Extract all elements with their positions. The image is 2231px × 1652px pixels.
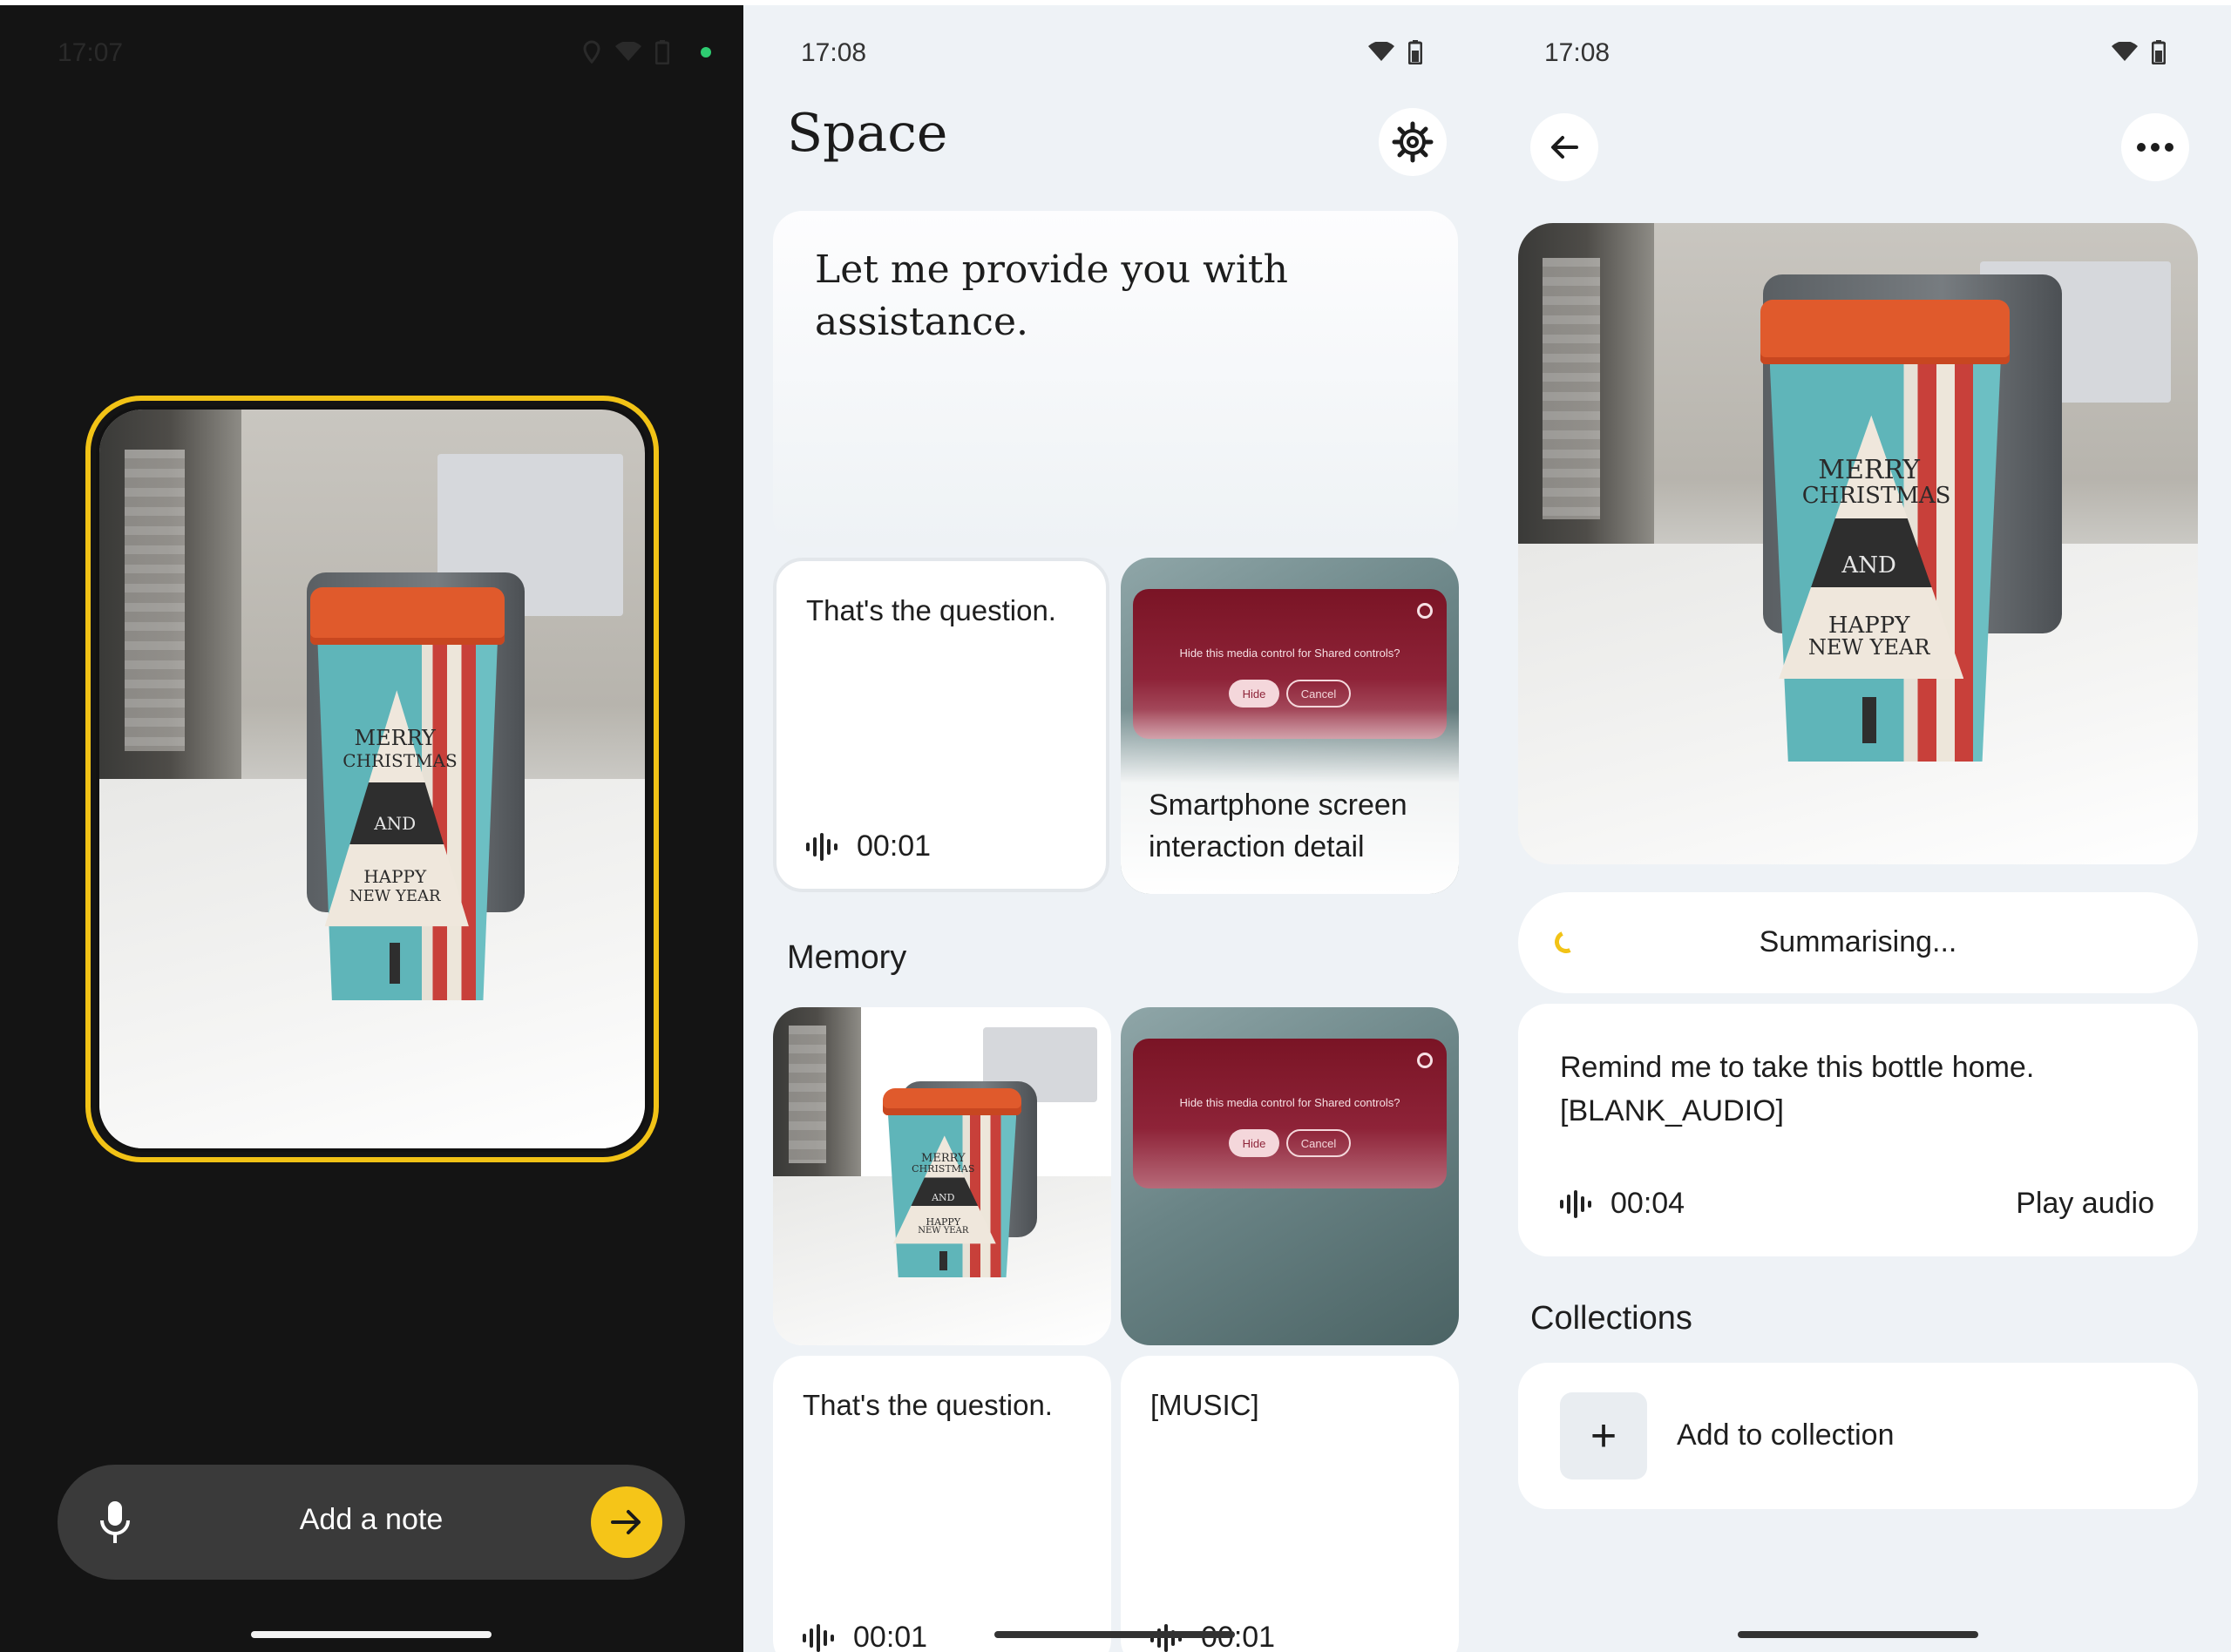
gear-icon — [1392, 121, 1434, 163]
memory-screenshot-card[interactable]: Hide this media control for Shared contr… — [1121, 1007, 1459, 1345]
cup-text: MERRY — [354, 725, 436, 750]
cup-text: AND — [374, 812, 417, 834]
summarising-status: Summarising... — [1518, 892, 2198, 993]
more-options-button[interactable] — [2121, 113, 2189, 181]
voice-note-card[interactable]: That's the question. 00:01 — [773, 558, 1109, 892]
wifi-icon — [2112, 42, 2138, 61]
audio-duration: 00:04 — [1560, 1187, 1685, 1221]
status-time: 17:07 — [58, 38, 124, 67]
home-indicator[interactable] — [1738, 1631, 1978, 1638]
more-horizontal-icon — [2137, 143, 2173, 152]
memory-heading: Memory — [787, 939, 907, 976]
status-icons — [1368, 40, 1422, 64]
cup-text: AND — [1841, 552, 1896, 579]
dialog-question: Hide this media control for Shared contr… — [1179, 1096, 1400, 1109]
home-indicator[interactable] — [251, 1631, 492, 1638]
assistant-message-card[interactable]: Let me provide you with assistance. — [773, 211, 1458, 547]
add-to-collection-button[interactable]: + Add to collection — [1518, 1363, 2198, 1509]
play-audio-button[interactable]: Play audio — [2016, 1187, 2154, 1221]
cup-text: NEW YEAR — [349, 887, 441, 906]
status-icons — [2112, 40, 2166, 64]
memory-music-card[interactable]: [MUSIC] 00:01 — [1121, 1356, 1459, 1652]
duration-text: 00:04 — [1611, 1187, 1685, 1220]
settings-button[interactable] — [1379, 108, 1447, 176]
cup-illustration: MERRY CHRISTMAS AND HAPPY NEW YEAR — [1760, 300, 2011, 762]
cup-text: CHRISTMAS — [342, 750, 458, 772]
cup-text: AND — [932, 1191, 955, 1203]
audio-wave-icon — [806, 832, 837, 861]
cup-text: MERRY — [1818, 455, 1920, 486]
screenshot-card[interactable]: Hide this media control for Shared contr… — [1121, 558, 1459, 894]
location-icon — [583, 40, 600, 64]
note-text: That's the question. — [806, 594, 1056, 626]
cup-text: NEW YEAR — [918, 1225, 969, 1236]
detail-screen: 17:08 MERRY CHRISTMAS AND HAPPY NEW YEAR… — [1487, 5, 2231, 1652]
arrow-right-icon — [611, 1510, 641, 1534]
space-screen: 17:08 Space Let me provide you with assi… — [743, 5, 1487, 1652]
assistant-message: Let me provide you with assistance. — [815, 247, 1288, 344]
cup-illustration: MERRY CHRISTMAS AND HAPPY NEW YEAR — [310, 586, 505, 1001]
camera-active-dot — [701, 47, 711, 58]
collections-heading: Collections — [1530, 1300, 1692, 1337]
cup-text: CHRISTMAS — [912, 1163, 975, 1175]
cup-illustration: MERRY CHRISTMAS AND HAPPY NEW YEAR — [883, 1088, 1022, 1278]
transcript-card: Remind me to take this bottle home. [BLA… — [1518, 1004, 2198, 1256]
arrow-left-icon — [1551, 136, 1578, 159]
back-button[interactable] — [1530, 113, 1598, 181]
gear-icon — [1417, 1053, 1433, 1068]
memory-voice-note-card[interactable]: That's the question. 00:01 — [773, 1356, 1111, 1652]
plus-icon: + — [1560, 1392, 1647, 1479]
battery-icon — [1408, 40, 1422, 64]
dialog-question: Hide this media control for Shared contr… — [1179, 647, 1400, 660]
note-duration: 00:01 — [803, 1621, 927, 1652]
audio-wave-icon — [803, 1623, 834, 1652]
duration-text: 00:01 — [857, 829, 932, 863]
note-duration: 00:01 — [806, 829, 931, 863]
send-button[interactable] — [591, 1486, 662, 1558]
captured-photo-frame[interactable]: MERRY CHRISTMAS AND HAPPY NEW YEAR — [85, 396, 659, 1162]
dialog-hide-button: Hide — [1229, 680, 1279, 708]
note-text: [MUSIC] — [1150, 1389, 1259, 1421]
transcript-text: Remind me to take this bottle home. [BLA… — [1560, 1051, 2035, 1127]
cup-text: NEW YEAR — [1807, 635, 1930, 660]
cup-text: HAPPY — [1828, 612, 1910, 639]
battery-icon — [2152, 40, 2166, 64]
duration-text: 00:01 — [853, 1621, 928, 1652]
status-icons — [582, 40, 711, 64]
screenshot-thumbnail: Hide this media control for Shared contr… — [1121, 1007, 1459, 1345]
note-bar: Add a note — [58, 1465, 685, 1580]
captured-photo: MERRY CHRISTMAS AND HAPPY NEW YEAR — [96, 406, 648, 1152]
summarising-text: Summarising... — [1759, 925, 1957, 958]
add-to-collection-label: Add to collection — [1677, 1418, 1895, 1452]
screenshot-caption: Smartphone screen interaction detail — [1149, 789, 1407, 863]
detail-photo[interactable]: MERRY CHRISTMAS AND HAPPY NEW YEAR — [1518, 223, 2198, 864]
cup-text: HAPPY — [363, 866, 427, 888]
cup-text: CHRISTMAS — [1801, 483, 1951, 510]
status-time: 17:08 — [801, 38, 867, 67]
capture-screen: 17:07 MERRY CHRISTMAS AND HAPPY NEW YEAR… — [0, 5, 743, 1652]
gear-icon — [1417, 603, 1433, 619]
wifi-icon — [615, 42, 641, 61]
dialog-cancel-button: Cancel — [1286, 1129, 1351, 1157]
audio-wave-icon — [1560, 1189, 1591, 1218]
dialog-hide-button: Hide — [1229, 1129, 1279, 1157]
home-indicator[interactable] — [994, 1631, 1235, 1638]
battery-icon — [655, 40, 669, 64]
note-text: That's the question. — [803, 1389, 1053, 1421]
page-title: Space — [787, 103, 948, 164]
wifi-icon — [1368, 42, 1394, 61]
dialog-cancel-button: Cancel — [1286, 680, 1351, 708]
status-time: 17:08 — [1544, 38, 1611, 67]
memory-photo-card[interactable]: MERRY CHRISTMAS AND HAPPY NEW YEAR — [773, 1007, 1111, 1345]
